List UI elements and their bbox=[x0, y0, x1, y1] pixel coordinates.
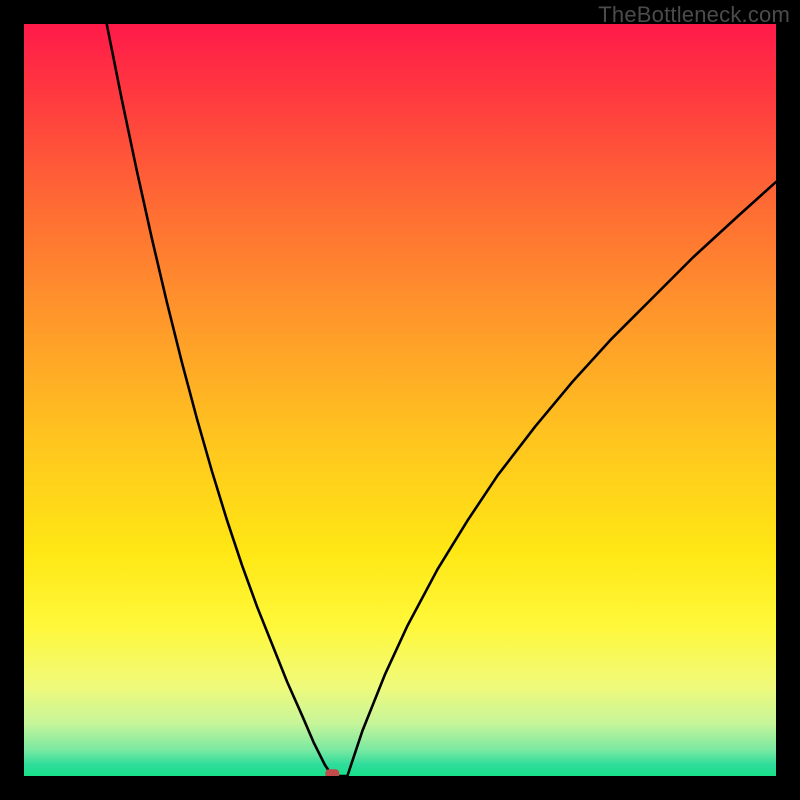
bottleneck-marker bbox=[325, 769, 339, 776]
watermark-text: TheBottleneck.com bbox=[598, 2, 790, 28]
plot-area bbox=[24, 24, 776, 776]
chart-svg bbox=[24, 24, 776, 776]
gradient-background bbox=[24, 24, 776, 776]
chart-frame: TheBottleneck.com bbox=[0, 0, 800, 800]
